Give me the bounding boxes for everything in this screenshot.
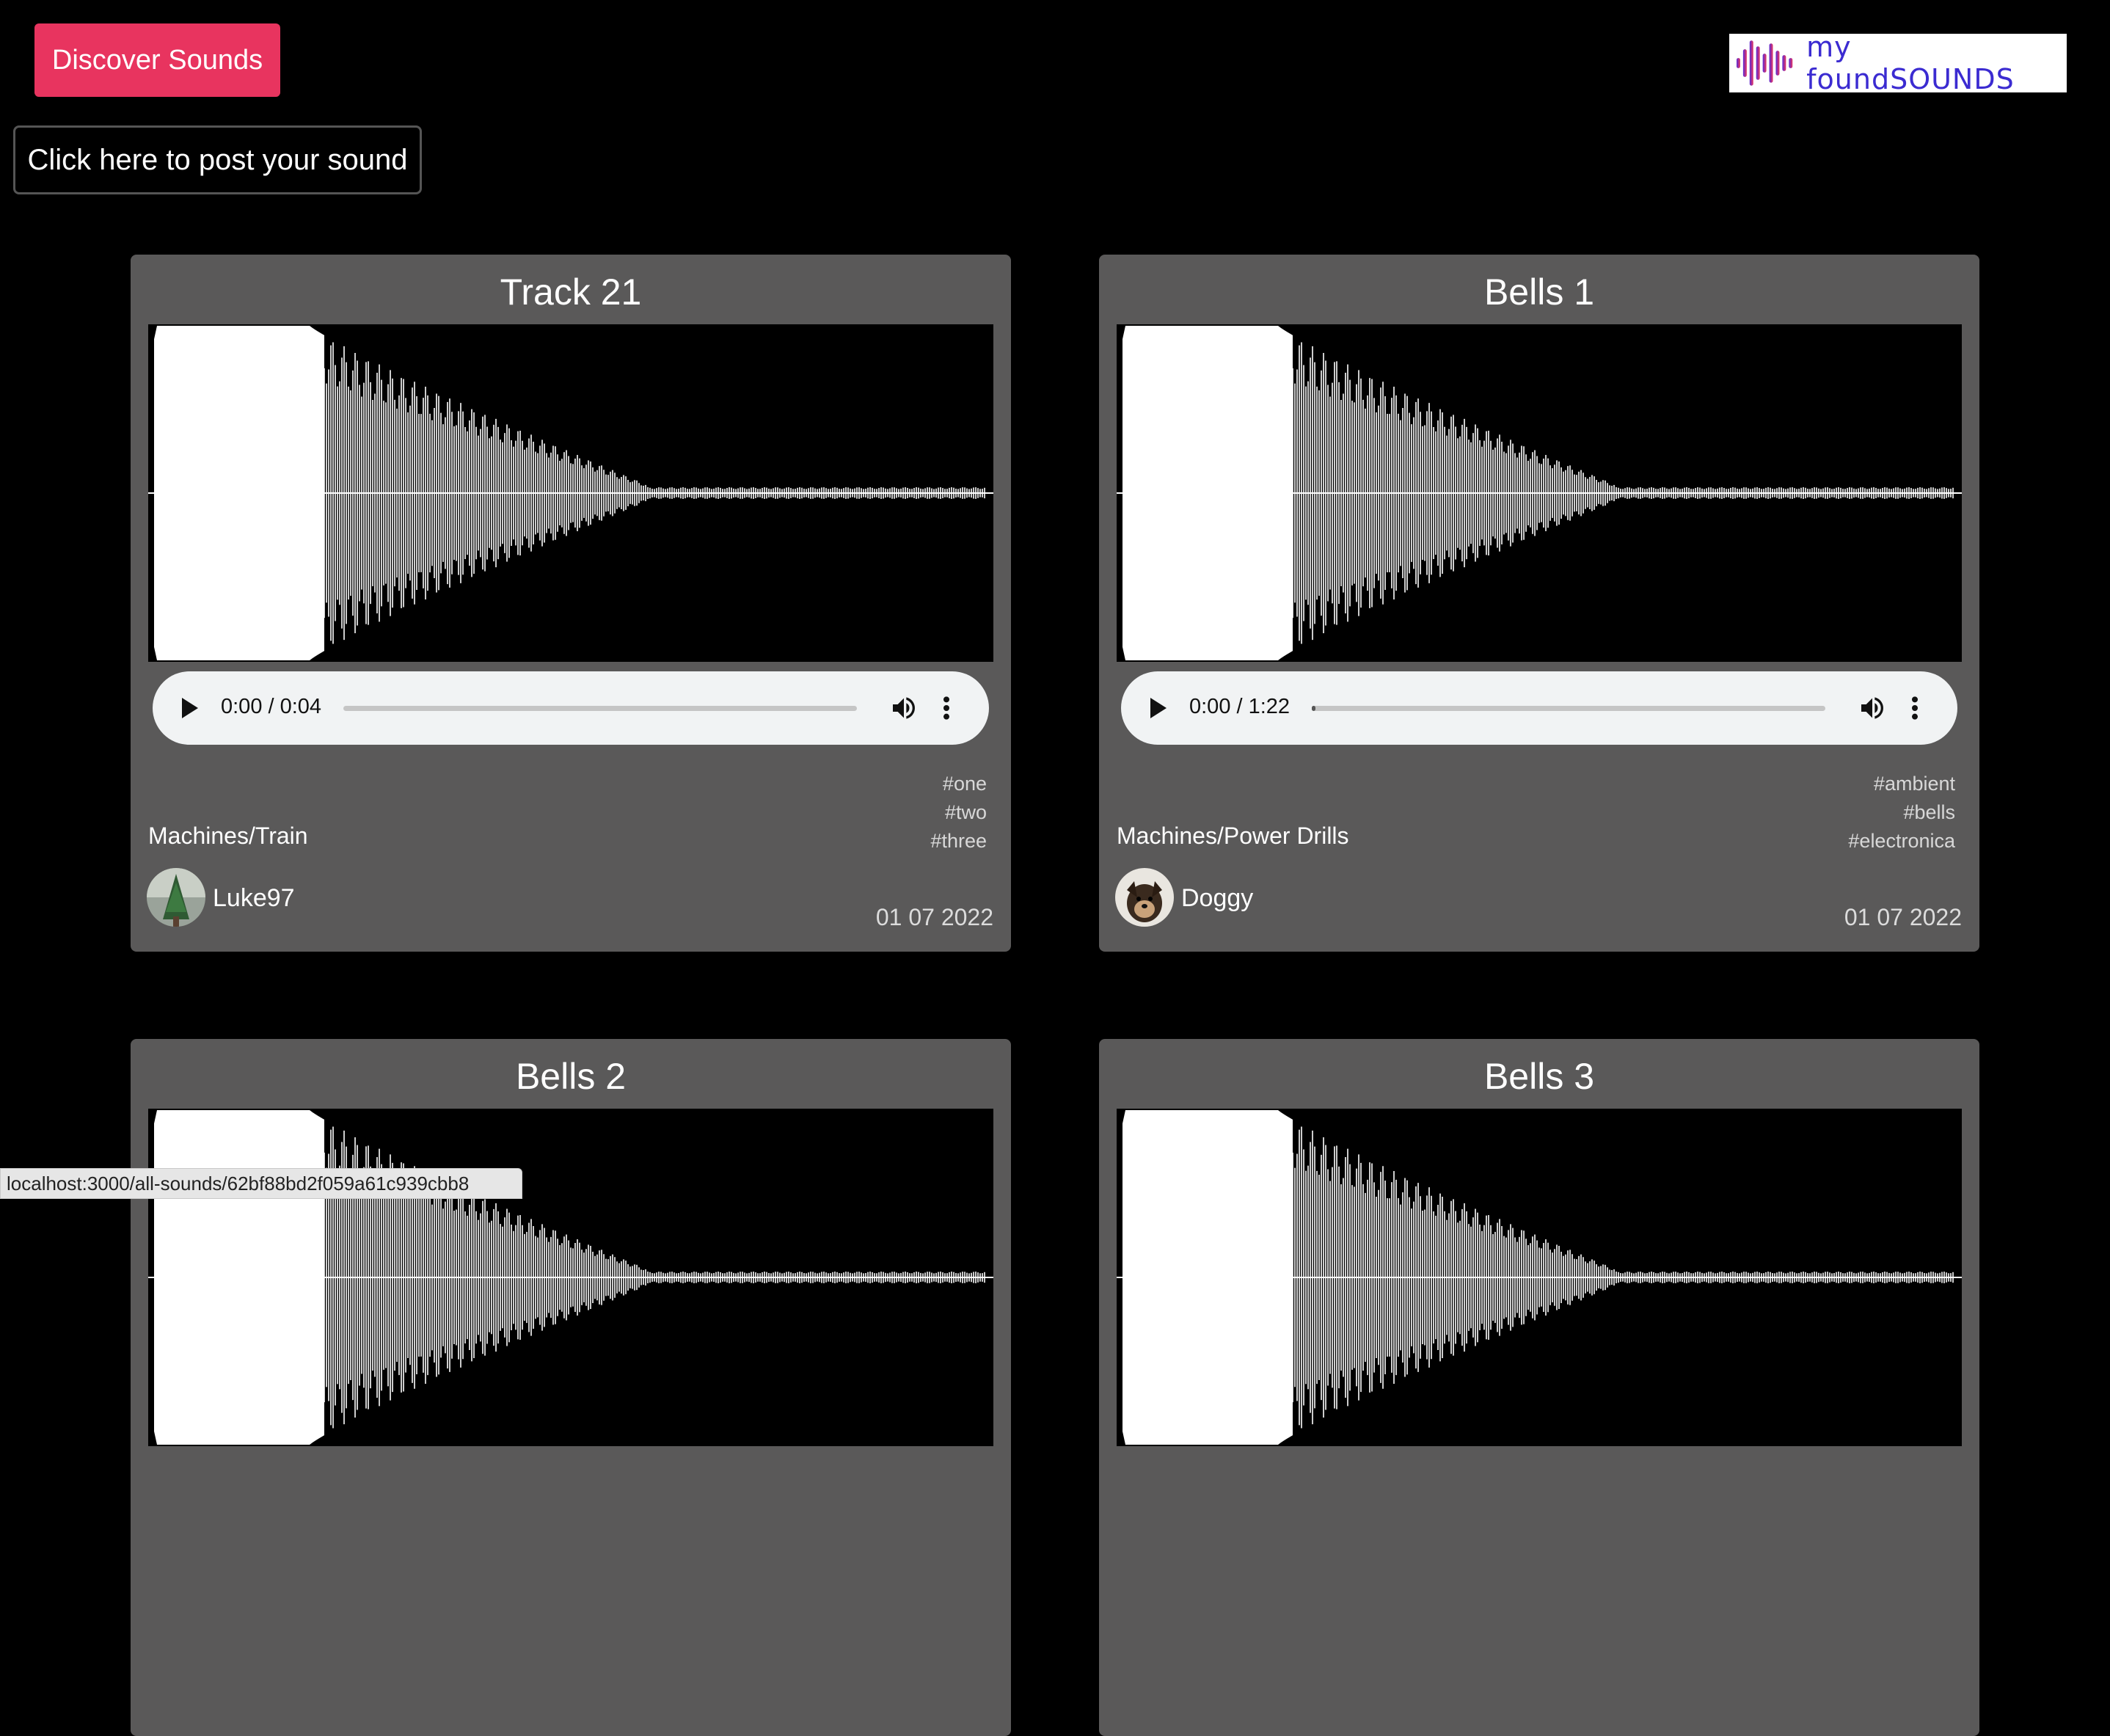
tag[interactable]: #bells: [1848, 798, 1955, 827]
sound-title: Bells 2: [515, 1056, 627, 1097]
waveform[interactable]: [148, 1109, 993, 1446]
volume-icon[interactable]: [1858, 693, 1887, 723]
volume-icon[interactable]: [889, 693, 919, 723]
sound-card: Bells 3: [1099, 1039, 1979, 1736]
more-options-icon[interactable]: [939, 693, 954, 723]
avatar[interactable]: [147, 868, 205, 927]
link-status-bar: localhost:3000/all-sounds/62bf88bd2f059a…: [0, 1168, 522, 1199]
waveform-graphic: [1117, 1110, 1962, 1445]
avatar-image: [1115, 868, 1174, 927]
username[interactable]: Luke97: [213, 884, 295, 913]
play-icon[interactable]: [1150, 698, 1167, 718]
logo-text: my foundSOUNDS: [1806, 31, 2015, 95]
sound-card: Track 21 0:00 / 0:04 #one #two #three Ma…: [131, 255, 1011, 952]
waveform-graphic: [148, 1110, 993, 1445]
post-date: 01 07 2022: [1844, 904, 1962, 930]
waveform-graphic: [1117, 326, 1962, 660]
sound-card: Bells 1 0:00 / 1:22 #ambient #bells #ele…: [1099, 255, 1979, 952]
more-options-icon[interactable]: [1908, 693, 1922, 723]
sound-category: Machines/Power Drills: [1117, 823, 1349, 849]
waveform-graphic: [148, 326, 993, 660]
tag[interactable]: #three: [930, 827, 987, 856]
progress-bar[interactable]: [343, 706, 857, 711]
username[interactable]: Doggy: [1181, 884, 1253, 913]
sound-category: Machines/Train: [148, 823, 308, 849]
sound-title: Bells 3: [1483, 1056, 1595, 1097]
tag-list: #ambient #bells #electronica: [1848, 770, 1955, 856]
avatar[interactable]: [1115, 868, 1174, 927]
sound-title: Track 21: [500, 271, 642, 313]
play-icon[interactable]: [182, 698, 198, 718]
sound-wave-logo-icon: [1736, 40, 1793, 86]
progress-bar[interactable]: [1312, 706, 1825, 711]
tag[interactable]: #one: [930, 770, 987, 798]
waveform[interactable]: [1117, 324, 1962, 662]
tag[interactable]: #ambient: [1848, 770, 1955, 798]
playback-time: 0:00 / 1:22: [1189, 695, 1291, 718]
tag[interactable]: #two: [930, 798, 987, 827]
sound-title: Bells 1: [1483, 271, 1595, 313]
waveform[interactable]: [1117, 1109, 1962, 1446]
waveform[interactable]: [148, 324, 993, 662]
sound-card: Bells 2: [131, 1039, 1011, 1736]
avatar-image: [147, 868, 205, 927]
tag[interactable]: #electronica: [1848, 827, 1955, 856]
audio-player: 0:00 / 1:22: [1121, 671, 1957, 745]
post-sound-button[interactable]: Click here to post your sound: [13, 125, 422, 194]
audio-player: 0:00 / 0:04: [153, 671, 989, 745]
discover-sounds-button[interactable]: Discover Sounds: [34, 23, 280, 97]
tag-list: #one #two #three: [930, 770, 987, 856]
post-date: 01 07 2022: [875, 904, 993, 930]
playback-time: 0:00 / 0:04: [221, 695, 322, 718]
logo[interactable]: my foundSOUNDS: [1729, 31, 2067, 95]
